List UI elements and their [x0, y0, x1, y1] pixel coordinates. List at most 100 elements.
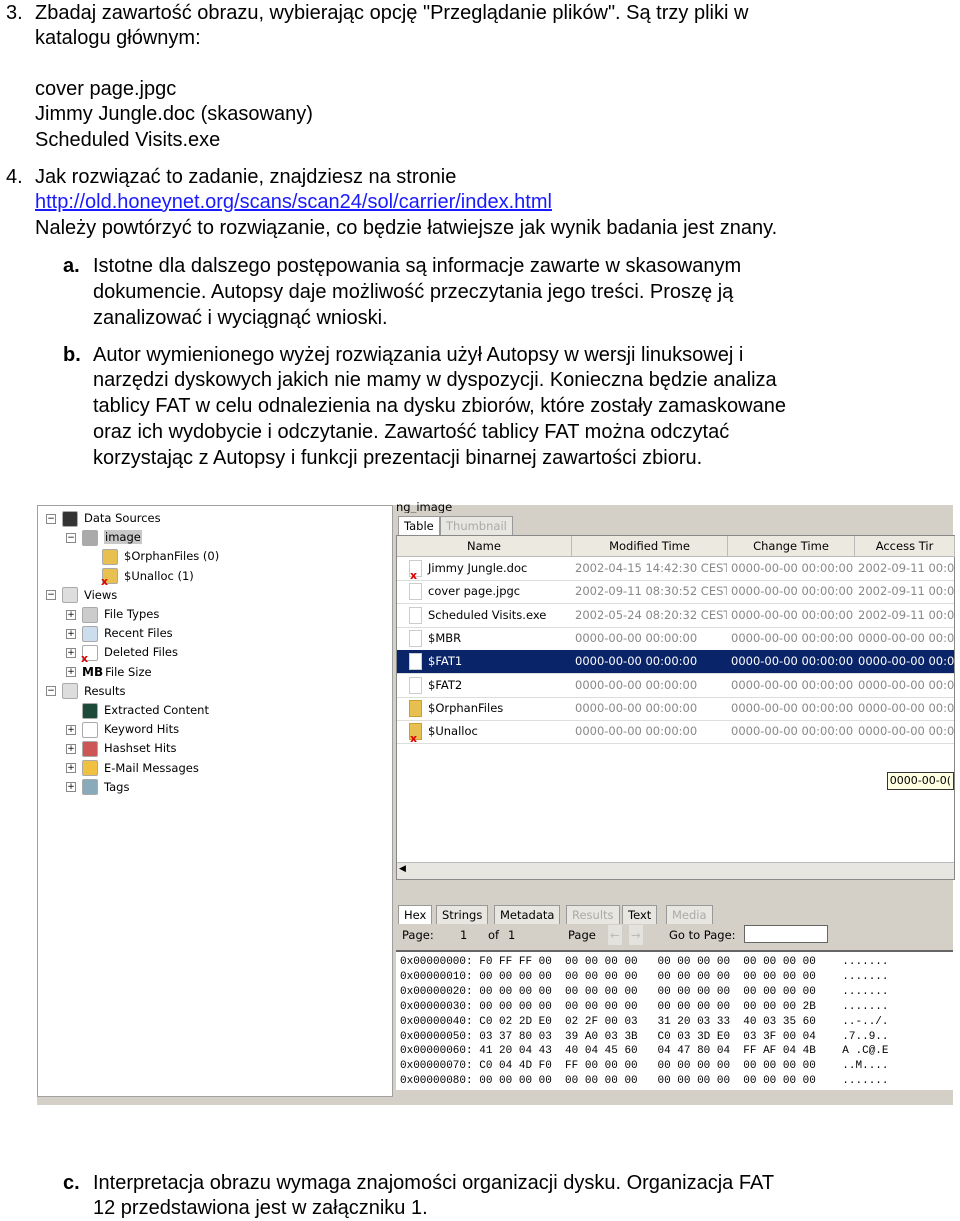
magnifier-icon — [82, 721, 98, 738]
horizontal-scrollbar[interactable]: ◀ — [397, 862, 954, 879]
table-row[interactable]: x Jimmy Jungle.doc 2002-04-15 14:42:30 CE… — [397, 557, 954, 581]
tree-item[interactable]: − Data Sources — [46, 509, 161, 528]
hex-view: 0x00000000: F0 FF FF 00 00 00 00 00 00 0… — [396, 950, 953, 1090]
expand-icon[interactable]: + — [66, 667, 76, 678]
tab-table[interactable]: Table — [398, 516, 440, 535]
modified-time: 2002-05-24 08:20:32 CEST — [575, 607, 727, 622]
table-row[interactable]: cover page.jpgc 2002-09-11 08:30:52 CEST… — [397, 580, 954, 605]
goto-page-input[interactable] — [744, 925, 828, 943]
tree-item[interactable]: x $Unalloc (1) — [86, 567, 194, 588]
sub-c-line: 12 przedstawiona jest w załączniku 1. — [93, 1197, 428, 1219]
sub-b-line: oraz ich wydobycie i odczytanie. Zawarto… — [93, 421, 730, 443]
tree-item[interactable]: − Views — [46, 586, 117, 605]
folder-icon — [409, 699, 422, 717]
hex-line: 0x00000030: 00 00 00 00 00 00 00 00 00 0… — [400, 1000, 889, 1015]
table-row[interactable]: $MBR 0000-00-00 00:00:00 0000-00-00 00:0… — [397, 627, 954, 651]
collapse-icon[interactable]: − — [66, 532, 76, 543]
sub-c-line: Interpretacja obrazu wymaga znajomości o… — [93, 1172, 775, 1194]
file-name: $FAT2 — [428, 677, 463, 692]
tree-item-label: Recent Files — [104, 626, 173, 641]
tree-item-label: File Types — [104, 607, 160, 621]
tree-item-label: Results — [84, 683, 126, 698]
column-change-time[interactable]: Change Time — [728, 536, 855, 557]
hex-ascii: ....... — [842, 1075, 889, 1088]
sub-a-label: a. — [63, 255, 80, 277]
hex-offset: 0x00000030: — [400, 1000, 473, 1013]
tree-item[interactable]: − Results — [46, 682, 126, 701]
tree-item[interactable]: − image — [66, 528, 142, 547]
table-row[interactable]: $FAT2 0000-00-00 00:00:00 0000-00-00 00:… — [397, 674, 954, 698]
prev-page-icon[interactable]: ← — [608, 925, 622, 945]
tree-item[interactable]: + Hashset Hits — [66, 739, 177, 758]
collapse-icon[interactable]: − — [46, 686, 56, 697]
expand-icon[interactable]: + — [66, 647, 76, 658]
tab-hex[interactable]: Hex — [398, 905, 433, 924]
table-row[interactable]: x $Unalloc 0000-00-00 00:00:00 0000-00-00… — [397, 720, 954, 745]
column-access-time[interactable]: Access Tir — [855, 536, 955, 557]
access-time: 0000-00-00 00:00: — [858, 724, 954, 739]
tab-strings[interactable]: Strings — [436, 905, 489, 924]
tab-media[interactable]: Media — [666, 905, 713, 924]
hex-ascii: ....... — [842, 970, 889, 983]
scroll-left-icon[interactable]: ◀ — [399, 864, 406, 874]
deleted-folder-icon: x — [409, 723, 422, 743]
tree-item[interactable]: + E-Mail Messages — [66, 759, 199, 778]
tree-item[interactable]: + File Types — [66, 605, 159, 624]
mb-icon: MB — [82, 664, 104, 679]
file-types-icon — [82, 606, 98, 623]
table-row[interactable]: $OrphanFiles 0000-00-00 00:00:00 0000-00… — [397, 697, 954, 721]
hex-ascii: ..-../. — [842, 1015, 889, 1028]
table-row[interactable]: $FAT1 0000-00-00 00:00:00 0000-00-00 00:… — [397, 650, 954, 675]
deleted-file-icon: x — [409, 560, 422, 580]
hex-offset: 0x00000020: — [400, 985, 473, 998]
hex-ascii: ....... — [842, 985, 889, 998]
file-name: Scheduled Visits.exe — [428, 607, 547, 622]
file-icon — [409, 653, 422, 671]
tab-thumbnail[interactable]: Thumbnail — [440, 516, 513, 535]
tree-item[interactable]: + Recent Files — [66, 624, 173, 643]
table-row[interactable]: Scheduled Visits.exe 2002-05-24 08:20:32… — [397, 604, 954, 628]
disk-image-icon — [82, 529, 98, 546]
access-time: 2002-09-11 00:00: — [858, 561, 954, 575]
hex-ascii: .7..9.. — [842, 1030, 889, 1043]
expand-icon[interactable]: + — [66, 724, 76, 735]
tab-metadata[interactable]: Metadata — [494, 905, 561, 924]
tree-item[interactable]: + Tags — [66, 778, 129, 797]
collapse-icon[interactable]: − — [46, 590, 56, 601]
tree-item[interactable]: Extracted Content — [66, 701, 209, 720]
tab-results[interactable]: Results — [566, 905, 620, 924]
modified-time: 0000-00-00 00:00:00 — [575, 654, 698, 669]
results-icon — [62, 683, 78, 700]
file-name: $OrphanFiles — [428, 700, 504, 715]
expand-icon[interactable]: + — [66, 763, 76, 774]
hex-offset: 0x00000000: — [400, 956, 473, 968]
expand-icon[interactable]: + — [66, 782, 76, 793]
file-list-item: Jimmy Jungle.doc (skasowany) — [35, 103, 313, 125]
collapse-icon[interactable]: − — [46, 513, 56, 524]
column-name[interactable]: Name — [397, 536, 572, 557]
modified-time: 0000-00-00 00:00:00 — [575, 724, 698, 739]
file-icon — [409, 676, 422, 694]
sub-c-label: c. — [63, 1172, 80, 1194]
change-time: 0000-00-00 00:00:00 — [731, 561, 854, 575]
next-page-icon[interactable]: → — [629, 925, 643, 945]
expand-icon[interactable]: + — [66, 628, 76, 639]
column-modified-time[interactable]: Modified Time — [572, 536, 728, 557]
hex-ascii: ..M.... — [842, 1060, 889, 1073]
of-label: of — [488, 928, 500, 942]
hex-line: 0x00000010: 00 00 00 00 00 00 00 00 00 0… — [400, 970, 889, 985]
solution-link[interactable]: http://old.honeynet.org/scans/scan24/sol… — [35, 189, 552, 215]
tree-item[interactable]: + MB File Size — [66, 663, 152, 682]
hex-bytes: C0 04 4D F0 FF 00 00 00 00 00 00 00 00 0… — [479, 1060, 816, 1073]
item-4-line: Należy powtórzyć to rozwiązanie, co będz… — [35, 217, 778, 239]
sub-b-line: tablicy FAT w celu odnalezienia na dysku… — [93, 395, 786, 417]
tree-item-label: image — [104, 530, 142, 545]
directory-tree[interactable]: − Data Sources − image $OrphanFiles (0) x $Una… — [37, 505, 393, 1097]
tab-text[interactable]: Text — [622, 905, 658, 924]
tree-item[interactable]: + Keyword Hits — [66, 720, 179, 739]
tree-item[interactable]: + x Deleted Files — [66, 643, 178, 665]
folder-icon — [102, 548, 118, 565]
tree-item[interactable]: $OrphanFiles (0) — [86, 547, 219, 566]
expand-icon[interactable]: + — [66, 609, 76, 620]
expand-icon[interactable]: + — [66, 743, 76, 754]
